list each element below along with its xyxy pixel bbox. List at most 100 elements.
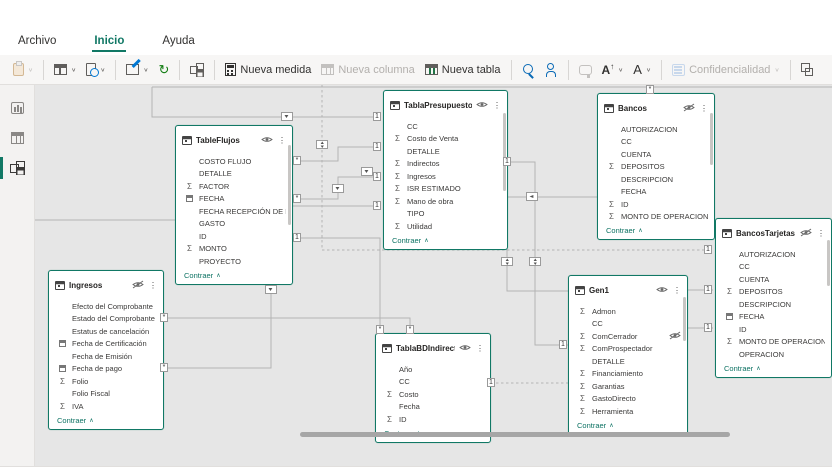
menu-inicio[interactable]: Inicio (94, 35, 124, 55)
field-row[interactable]: CUENTA (598, 148, 714, 161)
table-scrollbar[interactable] (710, 113, 713, 165)
entity-table-TablaBDIndirectos[interactable]: TablaBDIndirectos ⋮ Año CC Σ Costo Fecha… (375, 333, 491, 443)
new-measure-button[interactable]: Nueva medida (220, 60, 316, 79)
field-row[interactable]: Σ Folio (49, 375, 163, 388)
more-options-icon[interactable]: ⋮ (672, 286, 682, 295)
entity-header[interactable]: TablaBDIndirectos ⋮ (376, 334, 490, 361)
hidden-eye-icon[interactable] (683, 99, 695, 117)
field-row[interactable]: ID (716, 323, 831, 336)
more-options-icon[interactable]: ⋮ (277, 136, 287, 145)
field-row[interactable]: Fecha de Certificación (49, 338, 163, 351)
entity-table-Ingresos[interactable]: Ingresos ⋮ Efecto del Comprobante Estado… (48, 270, 164, 430)
field-row[interactable]: Σ Herramienta (569, 405, 687, 418)
field-row[interactable]: PROYECTO (176, 255, 292, 268)
field-row[interactable]: AUTORIZACION (598, 123, 714, 136)
field-row[interactable]: COSTO FLUJO (176, 155, 292, 168)
field-row[interactable]: Σ Indirectos (384, 158, 507, 171)
menu-ayuda[interactable]: Ayuda (162, 35, 194, 55)
sensitivity-button[interactable]: Confidencialidad ∨ (667, 61, 784, 79)
entity-table-TableFlujos[interactable]: TableFlujos ⋮ COSTO FLUJO DETALLE Σ FACT… (175, 125, 293, 285)
menu-archivo[interactable]: Archivo (18, 35, 56, 55)
manage-roles-button[interactable] (517, 60, 541, 80)
entity-header[interactable]: Ingresos ⋮ (49, 271, 163, 298)
paste-button[interactable]: ∨ (8, 60, 38, 79)
table-scrollbar[interactable] (683, 297, 686, 341)
field-row[interactable]: Σ DEPOSITOS (598, 161, 714, 174)
field-row[interactable]: Σ Garantias (569, 380, 687, 393)
more-options-icon[interactable]: ⋮ (699, 104, 709, 113)
refresh-button[interactable]: ↻ (154, 60, 175, 79)
field-row[interactable]: Estatus de cancelación (49, 325, 163, 338)
more-options-icon[interactable]: ⋮ (816, 229, 826, 238)
collapse-link[interactable]: Contraer ∧ (176, 269, 292, 284)
optimize-button[interactable] (796, 60, 818, 79)
field-row[interactable]: AUTORIZACION (716, 248, 831, 261)
field-row[interactable]: TIPO (384, 208, 507, 221)
field-row[interactable]: FECHA (598, 186, 714, 199)
text-format-button[interactable]: A ∨ (628, 59, 656, 80)
new-table-button[interactable]: Nueva tabla (420, 61, 506, 79)
more-options-icon[interactable]: ⋮ (148, 281, 158, 290)
field-row[interactable]: Σ GastoDirecto (569, 393, 687, 406)
field-row[interactable]: CC (384, 120, 507, 133)
eye-icon[interactable] (261, 131, 273, 149)
field-row[interactable]: Σ Admon (569, 305, 687, 318)
hidden-eye-icon[interactable] (132, 276, 144, 294)
field-row[interactable]: DESCRIPCION (716, 298, 831, 311)
field-row[interactable]: Σ Ingresos (384, 170, 507, 183)
field-row[interactable]: Σ ComProspectador (569, 343, 687, 356)
new-column-button[interactable]: Nueva columna (316, 61, 419, 79)
table-scrollbar[interactable] (827, 240, 830, 286)
field-row[interactable]: Σ ID (376, 413, 490, 426)
field-row[interactable]: CUENTA (716, 273, 831, 286)
field-row[interactable]: FECHA (176, 193, 292, 206)
field-row[interactable]: Σ MONTO DE OPERACION (598, 211, 714, 224)
field-row[interactable]: Estado del Comprobante (49, 313, 163, 326)
field-row[interactable]: Σ Utilidad (384, 220, 507, 233)
field-row[interactable]: GASTO (176, 218, 292, 231)
field-row[interactable]: DETALLE (384, 145, 507, 158)
collapse-link[interactable]: Contraer ∧ (384, 234, 507, 249)
collapse-link[interactable]: Contraer ∧ (716, 362, 831, 377)
entity-header[interactable]: TableFlujos ⋮ (176, 126, 292, 153)
more-options-icon[interactable]: ⋮ (475, 344, 485, 353)
field-row[interactable]: CC (376, 376, 490, 389)
transform-data-button[interactable]: ∨ (121, 61, 153, 78)
field-row[interactable]: Σ Costo de Venta (384, 133, 507, 146)
field-row[interactable]: DETALLE (569, 355, 687, 368)
field-row[interactable]: Σ ID (598, 198, 714, 211)
field-row[interactable]: Año (376, 363, 490, 376)
field-row[interactable]: Σ FACTOR (176, 180, 292, 193)
field-row[interactable]: Efecto del Comprobante (49, 300, 163, 313)
horizontal-scrollbar[interactable] (300, 432, 730, 437)
entity-header[interactable]: Bancos ⋮ (598, 94, 714, 121)
field-row[interactable]: ID (176, 230, 292, 243)
field-row[interactable]: CC (598, 136, 714, 149)
recent-sources-button[interactable]: ∨ (81, 60, 110, 79)
collapse-link[interactable]: Contraer ∧ (598, 224, 714, 239)
field-row[interactable]: FECHA RECEPCIÓN DE FLUJO (176, 205, 292, 218)
field-row[interactable]: Σ ISR ESTIMADO (384, 183, 507, 196)
table-scrollbar[interactable] (503, 113, 506, 191)
field-row[interactable]: Σ Financiamiento (569, 368, 687, 381)
field-row[interactable]: FECHA (716, 311, 831, 324)
field-row[interactable]: Σ DEPOSITOS (716, 286, 831, 299)
model-view-button[interactable] (0, 153, 35, 183)
entity-table-TablaPresupuesto[interactable]: TablaPresupuesto ⋮ CC Σ Costo de Venta D… (383, 90, 508, 250)
entity-header[interactable]: TablaPresupuesto ⋮ (384, 91, 507, 118)
field-row[interactable]: Fecha de pago (49, 363, 163, 376)
field-row[interactable]: Σ MONTO DE OPERACION (716, 336, 831, 349)
field-row[interactable]: Fecha (376, 401, 490, 414)
table-scrollbar[interactable] (288, 145, 291, 225)
collapse-link[interactable]: Contraer ∧ (49, 414, 163, 429)
field-row[interactable]: Σ MONTO (176, 243, 292, 256)
entity-table-Gen1[interactable]: Gen1 ⋮ Σ Admon CC Σ ComCerrador Σ ComPro… (568, 275, 688, 435)
field-row[interactable]: Σ ComCerrador (569, 330, 687, 343)
more-options-icon[interactable]: ⋮ (492, 101, 502, 110)
view-as-button[interactable] (541, 60, 563, 80)
model-canvas[interactable]: TableFlujos ⋮ COSTO FLUJO DETALLE Σ FACT… (35, 85, 832, 466)
get-data-button[interactable]: ∨ (49, 61, 81, 78)
field-row[interactable]: Σ Mano de obra (384, 195, 507, 208)
report-view-button[interactable] (0, 93, 35, 123)
field-row[interactable]: Σ IVA (49, 400, 163, 413)
